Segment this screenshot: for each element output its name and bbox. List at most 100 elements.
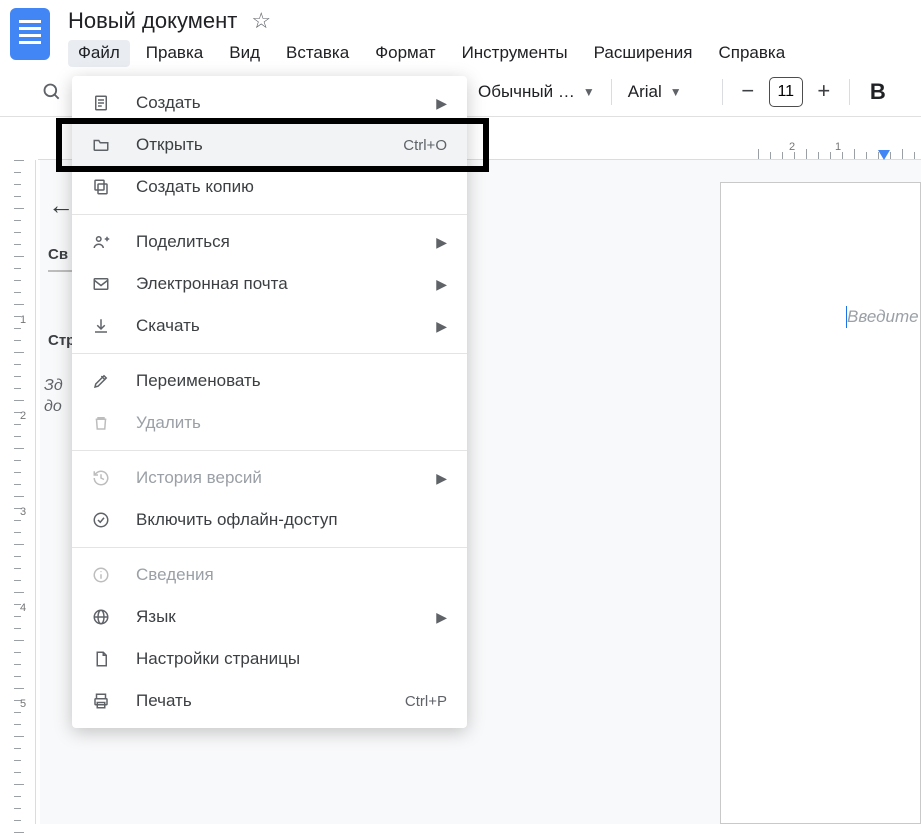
paragraph-style-label: Обычный … — [478, 82, 575, 102]
separator — [722, 79, 723, 105]
font-family-label: Arial — [628, 82, 662, 102]
menu-separator — [72, 353, 467, 354]
menu-item-label: Печать — [136, 691, 405, 711]
menu-item-label: Скачать — [136, 316, 436, 336]
header: Новый документ ☆ ФайлПравкаВидВставкаФор… — [0, 0, 921, 67]
menu-item-label: Сведения — [136, 565, 447, 585]
font-family-select[interactable]: Arial ▼ — [622, 82, 712, 102]
title-area: Новый документ ☆ ФайлПравкаВидВставкаФор… — [68, 8, 911, 67]
menu-item-label: История версий — [136, 468, 436, 488]
menu-item-label: Электронная почта — [136, 274, 436, 294]
bold-button[interactable]: B — [860, 74, 896, 110]
menu-item-5[interactable]: Электронная почта▶ — [72, 263, 467, 305]
chevron-right-icon: ▶ — [436, 470, 447, 487]
document-title[interactable]: Новый документ — [68, 8, 237, 34]
menubar-item-формат[interactable]: Формат — [365, 40, 445, 67]
menubar-item-расширения[interactable]: Расширения — [584, 40, 703, 67]
menu-item-16[interactable]: Настройки страницы — [72, 638, 467, 680]
menu-item-shortcut: Ctrl+P — [405, 693, 447, 710]
menubar-item-справка[interactable]: Справка — [708, 40, 795, 67]
menubar-item-инструменты[interactable]: Инструменты — [452, 40, 578, 67]
ruler-label: 5 — [20, 698, 26, 710]
menu-item-15[interactable]: Язык▶ — [72, 596, 467, 638]
chevron-right-icon: ▶ — [436, 234, 447, 251]
page-placeholder: Введите — [847, 307, 919, 327]
menubar-item-правка[interactable]: Правка — [136, 40, 213, 67]
menu-item-label: Создать копию — [136, 177, 447, 197]
document-page[interactable]: Введите — [720, 182, 921, 824]
font-size-group: − + — [733, 77, 839, 107]
menu-item-12[interactable]: Включить офлайн-доступ — [72, 499, 467, 541]
share-icon — [92, 233, 118, 251]
menu-item-0[interactable]: Создать▶ — [72, 82, 467, 124]
download-icon — [92, 317, 118, 335]
menu-item-label: Удалить — [136, 413, 447, 433]
docs-app-icon[interactable] — [10, 8, 50, 60]
star-icon[interactable]: ☆ — [251, 8, 271, 34]
menu-item-label: Поделиться — [136, 232, 436, 252]
ruler-label: 2 — [789, 141, 795, 153]
menu-separator — [72, 214, 467, 215]
ruler-label: 2 — [20, 410, 26, 422]
mail-icon — [92, 275, 118, 293]
menubar: ФайлПравкаВидВставкаФормат ИнструментыРас… — [68, 40, 911, 67]
info-icon — [92, 566, 118, 584]
font-size-input[interactable] — [769, 77, 803, 107]
menu-item-label: Открыть — [136, 135, 403, 155]
outline-note-line: Зд — [44, 377, 63, 394]
chevron-down-icon: ▼ — [670, 85, 682, 99]
menu-item-2[interactable]: Создать копию — [72, 166, 467, 208]
ruler-label: 1 — [20, 314, 26, 326]
separator — [611, 79, 612, 105]
menu-item-label: Переименовать — [136, 371, 447, 391]
file-menu-dropdown: Создать▶ОткрытьCtrl+OСоздать копиюПодели… — [72, 76, 467, 728]
menubar-item-вставка[interactable]: Вставка — [276, 40, 359, 67]
chevron-right-icon: ▶ — [436, 95, 447, 112]
chevron-right-icon: ▶ — [436, 609, 447, 626]
paragraph-style-select[interactable]: Обычный … ▼ — [472, 82, 601, 102]
menu-item-11: История версий▶ — [72, 457, 467, 499]
search-icon[interactable] — [32, 72, 72, 112]
rename-icon — [92, 372, 118, 390]
print-icon — [92, 692, 118, 710]
menu-item-14: Сведения — [72, 554, 467, 596]
separator — [849, 79, 850, 105]
copy-icon — [92, 178, 118, 196]
menu-item-label: Язык — [136, 607, 436, 627]
menu-item-shortcut: Ctrl+O — [403, 137, 447, 154]
menu-item-4[interactable]: Поделиться▶ — [72, 221, 467, 263]
menu-item-17[interactable]: ПечатьCtrl+P — [72, 680, 467, 722]
chevron-right-icon: ▶ — [436, 276, 447, 293]
chevron-down-icon: ▼ — [583, 85, 595, 99]
page-icon — [92, 650, 118, 668]
doc-icon — [92, 94, 118, 112]
increase-font-button[interactable]: + — [809, 77, 839, 107]
menu-item-label: Включить офлайн-доступ — [136, 510, 447, 530]
chevron-right-icon: ▶ — [436, 318, 447, 335]
ruler-label: 4 — [20, 602, 26, 614]
ruler-label: 1 — [835, 141, 841, 153]
back-icon[interactable]: ← — [48, 190, 74, 221]
menu-item-9: Удалить — [72, 402, 467, 444]
trash-icon — [92, 414, 118, 432]
menubar-item-файл[interactable]: Файл — [68, 40, 130, 67]
folder-icon — [92, 136, 118, 154]
ruler-label: 3 — [20, 506, 26, 518]
menu-item-1[interactable]: ОткрытьCtrl+O — [72, 124, 467, 166]
indent-marker[interactable] — [878, 150, 890, 160]
history-icon — [92, 469, 118, 487]
outline-note: Зд до — [44, 376, 63, 418]
menu-item-8[interactable]: Переименовать — [72, 360, 467, 402]
menu-separator — [72, 450, 467, 451]
vertical-ruler[interactable]: 1 2 3 4 5 — [14, 160, 36, 824]
decrease-font-button[interactable]: − — [733, 77, 763, 107]
menubar-item-вид[interactable]: Вид — [219, 40, 270, 67]
summary-heading: Св — [48, 246, 68, 263]
offline-icon — [92, 511, 118, 529]
menu-item-label: Настройки страницы — [136, 649, 447, 669]
outline-note-line: до — [44, 398, 62, 415]
globe-icon — [92, 608, 118, 626]
menu-item-6[interactable]: Скачать▶ — [72, 305, 467, 347]
menu-item-label: Создать — [136, 93, 436, 113]
menu-separator — [72, 547, 467, 548]
